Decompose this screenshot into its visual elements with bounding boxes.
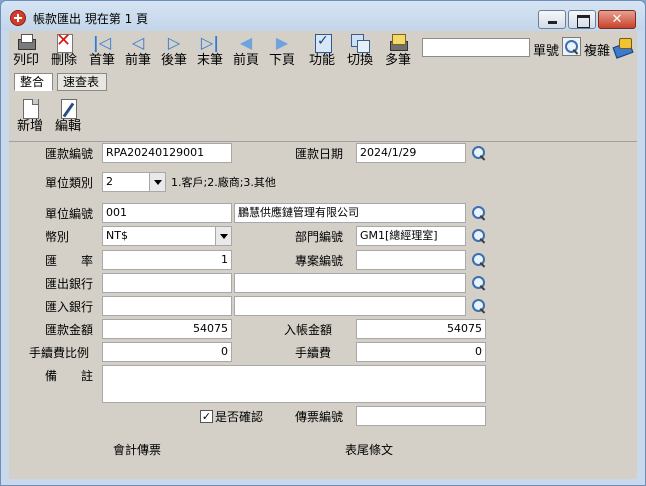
fee-ratio-label: 手續費比例 (29, 346, 90, 360)
unit-type-label: 單位類別 (45, 176, 94, 190)
remit-date-field[interactable]: 2024/1/29 (356, 143, 466, 163)
currency-label: 幣別 (45, 230, 70, 244)
project-no-field[interactable] (356, 250, 466, 270)
chevron-down-icon[interactable] (215, 227, 231, 245)
chevron-down-icon[interactable] (149, 173, 165, 191)
dept-lookup-icon[interactable] (471, 228, 487, 244)
unit-type-hint: 1.客戶;2.廠商;3.其他 (171, 176, 276, 189)
remittance-form: 匯款編號 RPA20240129001 匯款日期 2024/1/29 單位類別 … (9, 31, 637, 479)
in-bank-code-field[interactable] (102, 296, 232, 316)
out-bank-name-field[interactable] (234, 273, 466, 293)
currency-value: NT$ (106, 229, 128, 242)
close-button[interactable]: ✕ (598, 10, 636, 29)
unit-name-field[interactable]: 鵬慧供應鏈管理有限公司 (234, 203, 466, 223)
unit-no-field[interactable]: 001 (102, 203, 232, 223)
accounting-voucher-link[interactable]: 會計傳票 (113, 441, 161, 458)
in-bank-label: 匯入銀行 (45, 300, 94, 314)
window-title: 帳款匯出 現在第 1 頁 (33, 12, 149, 26)
app-logo-icon (10, 10, 26, 26)
footer-text-link[interactable]: 表尾條文 (345, 441, 393, 458)
out-bank-lookup-icon[interactable] (471, 275, 487, 291)
remit-date-lookup-icon[interactable] (471, 145, 487, 161)
app-window: 帳款匯出 現在第 1 頁 ✕ 列印 刪除 |◁ 首筆 ◁ 前筆 ▷ (0, 0, 646, 486)
in-bank-name-field[interactable] (234, 296, 466, 316)
remit-date-label: 匯款日期 (295, 147, 344, 161)
fee-label: 手續費 (295, 346, 332, 360)
confirm-label: 是否確認 (215, 410, 264, 424)
rate-label: 匯 率 (45, 254, 94, 268)
rate-field[interactable]: 1 (102, 250, 232, 270)
project-no-label: 專案編號 (295, 254, 344, 268)
voucher-no-field[interactable] (356, 406, 486, 426)
unit-type-select[interactable]: 2 (102, 172, 166, 192)
title-bar[interactable]: 帳款匯出 現在第 1 頁 ✕ (1, 1, 645, 31)
remark-textarea[interactable] (102, 365, 486, 403)
maximize-button[interactable] (568, 10, 596, 29)
unit-lookup-icon[interactable] (471, 205, 487, 221)
voucher-no-label: 傳票編號 (295, 410, 344, 424)
currency-select[interactable]: NT$ (102, 226, 232, 246)
remit-no-label: 匯款編號 (45, 147, 94, 161)
dept-no-field[interactable]: GM1[總經理室] (356, 226, 466, 246)
fee-ratio-field[interactable]: 0 (102, 342, 232, 362)
remit-amount-label: 匯款金額 (45, 323, 94, 337)
dept-no-label: 部門編號 (295, 230, 344, 244)
remit-amount-field[interactable]: 54075 (102, 319, 232, 339)
unit-type-value: 2 (106, 175, 113, 188)
project-lookup-icon[interactable] (471, 252, 487, 268)
in-bank-lookup-icon[interactable] (471, 298, 487, 314)
confirm-checkbox[interactable]: ✓ (200, 410, 213, 423)
close-icon: ✕ (611, 12, 623, 27)
out-bank-label: 匯出銀行 (45, 277, 94, 291)
out-bank-code-field[interactable] (102, 273, 232, 293)
client-area: 列印 刪除 |◁ 首筆 ◁ 前筆 ▷ 後筆 ▷| 末筆 (9, 31, 637, 479)
remark-label: 備 註 (45, 369, 94, 383)
entry-amount-label: 入帳金額 (284, 323, 333, 337)
minimize-button[interactable] (538, 10, 566, 29)
fee-field[interactable]: 0 (356, 342, 486, 362)
entry-amount-field[interactable]: 54075 (356, 319, 486, 339)
remit-no-field[interactable]: RPA20240129001 (102, 143, 232, 163)
unit-no-label: 單位編號 (45, 207, 94, 221)
